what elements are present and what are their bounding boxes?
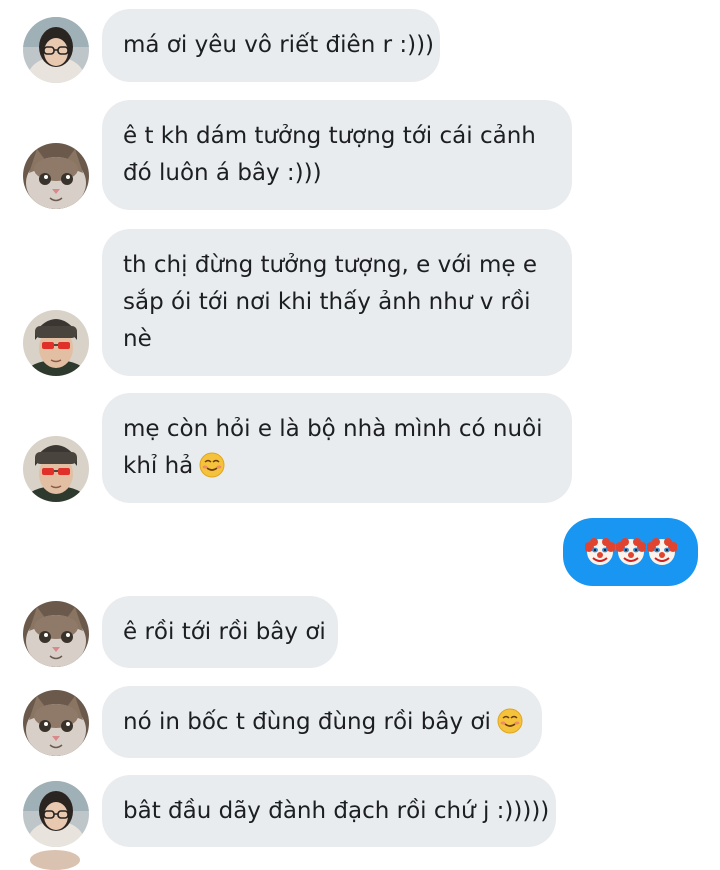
avatar[interactable] (23, 143, 89, 209)
message-text: sắp ói tới nơi khi thấy ảnh như v rồi (123, 289, 531, 315)
message-text: th chị đừng tưởng tượng, e với mẹ e (123, 252, 537, 278)
message-bubble[interactable]: ê t kh dám tưởng tượng tới cái cảnh đó l… (102, 100, 572, 210)
avatar[interactable] (23, 310, 89, 376)
clown-face-icon (646, 537, 677, 566)
message-text: đó luôn á bây :))) (123, 160, 322, 186)
message-text: ê t kh dám tưởng tượng tới cái cảnh (123, 123, 536, 149)
message-text: má ơi yêu vô riết điên r :))) (123, 32, 435, 58)
message-text: ê rồi tới rồi bây ơi (123, 618, 326, 645)
message-text: nè (123, 326, 152, 352)
next-avatar-peek (30, 850, 80, 870)
message-bubble[interactable]: ê rồi tới rồi bây ơi (102, 596, 338, 668)
message-bubble[interactable]: th chị đừng tưởng tượng, e với mẹ e sắp … (102, 229, 572, 376)
message-bubble[interactable]: bât đầu dãy đành đạch rồi chứ j :))))) (102, 775, 556, 847)
clown-face-icon (615, 537, 646, 566)
message-text: mẹ còn hỏi e là bộ nhà mình có nuôi (123, 416, 543, 442)
message-bubble[interactable]: nó in bốc t đùng đùng rồi bây ơi (102, 686, 542, 758)
avatar[interactable] (23, 781, 89, 847)
clown-face-icon (584, 537, 615, 566)
message-text: nó in bốc t đùng đùng rồi bây ơi (123, 704, 523, 741)
message-bubble[interactable]: má ơi yêu vô riết điên r :))) (102, 9, 440, 82)
message-text: khỉ hả (123, 448, 543, 485)
avatar[interactable] (23, 690, 89, 756)
message-text-fragment: khỉ hả (123, 453, 194, 479)
message-bubble[interactable]: mẹ còn hỏi e là bộ nhà mình có nuôi khỉ … (102, 393, 572, 503)
avatar[interactable] (23, 17, 89, 83)
smiling-face-icon (199, 452, 226, 478)
outgoing-message-bubble[interactable] (563, 518, 698, 586)
message-text: bât đầu dãy đành đạch rồi chứ j :))))) (123, 797, 550, 824)
message-text-fragment: nó in bốc t đùng đùng rồi bây ơi (123, 708, 491, 735)
avatar[interactable] (23, 601, 89, 667)
avatar[interactable] (23, 436, 89, 502)
smiling-face-icon (497, 707, 523, 734)
